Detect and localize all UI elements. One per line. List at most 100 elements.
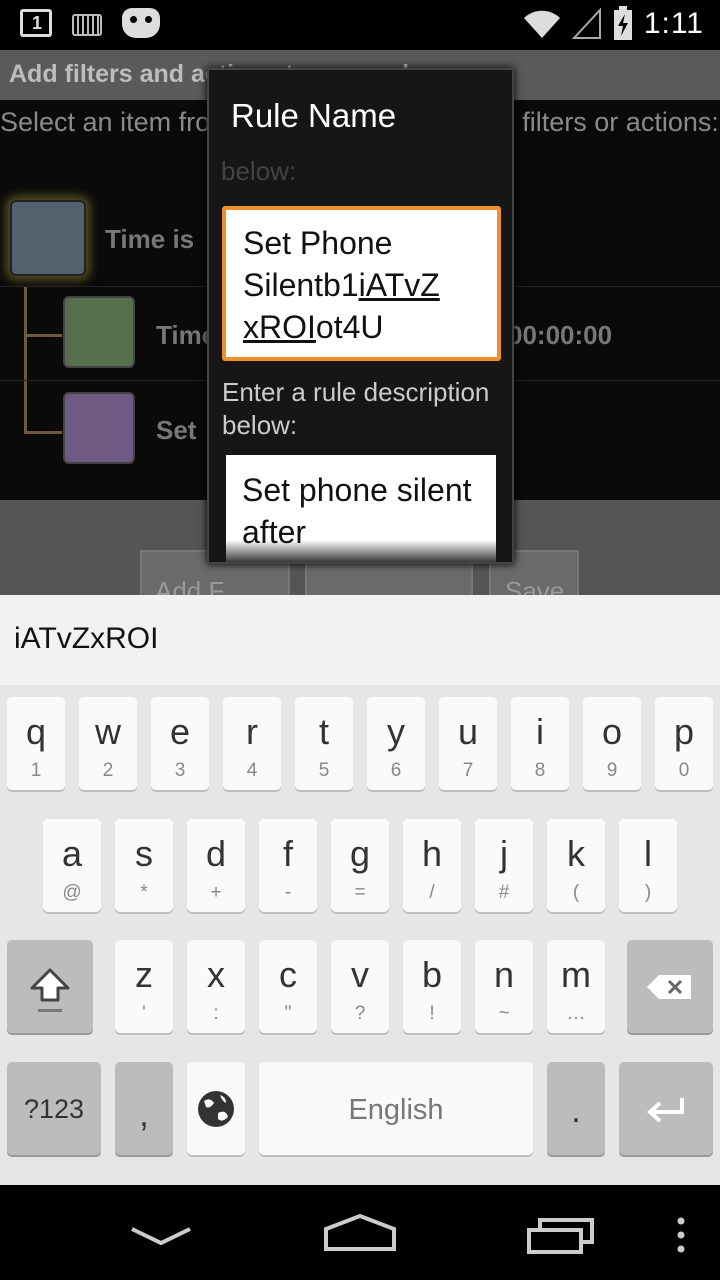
rule-name-text: ot4U <box>315 309 384 345</box>
space-key[interactable]: English <box>259 1062 533 1155</box>
key-secondary-label: / <box>429 882 435 903</box>
key-q[interactable]: q1 <box>7 697 65 790</box>
extracted-text-field[interactable]: iATvZxROI <box>0 595 720 685</box>
key-w[interactable]: w2 <box>79 697 137 790</box>
key-secondary-label: ' <box>142 1003 146 1024</box>
home-icon[interactable] <box>322 1213 398 1253</box>
key-z[interactable]: z ' <box>115 940 173 1033</box>
key-secondary-label: 1 <box>30 760 42 781</box>
status-bar: 1 1:11 <box>0 0 720 50</box>
key-secondary-label: : <box>213 1003 219 1024</box>
key-label: k <box>567 833 585 874</box>
key-secondary-label: 3 <box>174 760 186 781</box>
key-label: f <box>282 833 293 874</box>
language-key[interactable] <box>187 1062 245 1155</box>
backspace-key[interactable] <box>627 940 713 1033</box>
key-label: x <box>207 954 225 995</box>
back-icon[interactable] <box>130 1225 192 1249</box>
key-r[interactable]: r4 <box>223 697 281 790</box>
key-secondary-label: ! <box>429 1003 435 1024</box>
key-n[interactable]: n ~ <box>475 940 533 1033</box>
key-i[interactable]: i8 <box>511 697 569 790</box>
key-secondary-label: # <box>498 882 510 903</box>
tree-node-action[interactable] <box>63 392 135 464</box>
key-t[interactable]: t5 <box>295 697 353 790</box>
cyanogenmod-icon <box>122 8 160 38</box>
key-y[interactable]: y6 <box>367 697 425 790</box>
tree-node-root[interactable] <box>10 200 86 276</box>
tree-node-filter[interactable] <box>63 296 135 368</box>
dialog-title: Rule Name <box>231 97 397 134</box>
wifi-icon <box>523 10 560 38</box>
key-label: d <box>205 833 227 874</box>
enter-icon <box>647 1098 684 1123</box>
key-e[interactable]: e3 <box>151 697 209 790</box>
key-secondary-label: 0 <box>678 760 690 781</box>
shift-key[interactable] <box>7 940 93 1033</box>
key-label: w <box>95 711 121 752</box>
key-s[interactable]: s * <box>115 819 173 912</box>
key-label: j <box>500 833 508 874</box>
key-label: o <box>601 711 623 752</box>
tree-root-label: Time is <box>105 224 195 254</box>
key-v[interactable]: v? <box>331 940 389 1033</box>
key-label: p <box>673 711 695 752</box>
period-key-label: . <box>571 1092 581 1130</box>
key-b[interactable]: b! <box>403 940 461 1033</box>
key-secondary-label: ~ <box>498 1003 510 1024</box>
key-secondary-label: ( <box>572 882 580 903</box>
key-p[interactable]: p0 <box>655 697 713 790</box>
key-f[interactable]: f- <box>259 819 317 912</box>
key-secondary-label: @ <box>62 882 82 903</box>
key-label: n <box>493 954 515 995</box>
key-secondary-label: - <box>284 882 292 903</box>
key-j[interactable]: j # <box>475 819 533 912</box>
notification-icon: 1 <box>20 9 52 37</box>
period-key[interactable]: . <box>547 1062 605 1155</box>
key-g[interactable]: g = <box>331 819 389 912</box>
navigation-bar <box>0 1185 720 1280</box>
key-secondary-label: 9 <box>606 760 618 781</box>
menu-icon[interactable] <box>676 1217 686 1253</box>
key-secondary-label: * <box>140 882 148 903</box>
key-c[interactable]: c " <box>259 940 317 1033</box>
rule-name-composing-text: xROI <box>243 309 316 345</box>
enter-key[interactable] <box>619 1062 713 1155</box>
dialog-scrolled-text: below: <box>221 156 297 186</box>
rule-name-input[interactable]: Set Phone Silentb1iATvZ xROIot4U <box>222 206 501 361</box>
key-secondary-label: 7 <box>462 760 474 781</box>
soft-keyboard: q1w2e3r4t5y6u7i8o9p0 a @ s * d + f - g = h / j # k(l) … <box>0 685 720 1185</box>
comma-key[interactable]: , <box>115 1062 173 1155</box>
tree-action-label: Set <box>156 415 197 445</box>
key-x[interactable]: x: <box>187 940 245 1033</box>
keyboard-icon <box>72 13 102 36</box>
key-label: b <box>421 954 443 995</box>
symbols-key[interactable]: ?123 <box>7 1062 101 1155</box>
space-key-label: English <box>348 1094 444 1126</box>
key-secondary-label: ? <box>354 1003 366 1024</box>
key-label: g <box>349 833 371 874</box>
recents-icon[interactable] <box>526 1215 596 1255</box>
key-u[interactable]: u7 <box>439 697 497 790</box>
key-l[interactable]: l) <box>619 819 677 912</box>
key-label: v <box>351 954 369 995</box>
key-m[interactable]: m… <box>547 940 605 1033</box>
key-o[interactable]: o9 <box>583 697 641 790</box>
key-secondary-label: 6 <box>390 760 402 781</box>
key-label: u <box>457 711 479 752</box>
globe-icon <box>198 1091 234 1127</box>
rule-name-dialog: Rule Name below: Set Phone Silentb1iATvZ… <box>207 68 514 564</box>
tree-connector <box>24 287 27 434</box>
key-label: r <box>246 711 258 752</box>
key-k[interactable]: k( <box>547 819 605 912</box>
key-d[interactable]: d + <box>187 819 245 912</box>
key-a[interactable]: a @ <box>43 819 101 912</box>
screen: { "status_bar": { "notification_count": … <box>0 0 720 1280</box>
battery-charging-icon <box>613 6 632 40</box>
key-label: i <box>536 711 544 752</box>
key-label: c <box>279 954 297 995</box>
key-label: q <box>25 711 47 752</box>
key-label: z <box>135 954 153 995</box>
tree-filter-value: 00:00:00 <box>508 320 613 350</box>
key-h[interactable]: h / <box>403 819 461 912</box>
